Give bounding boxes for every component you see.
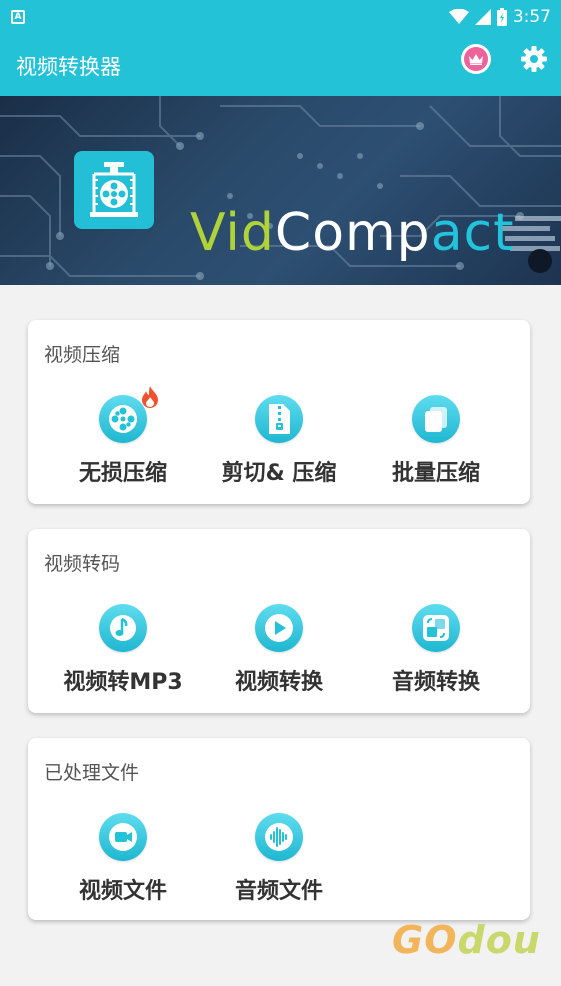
convert-icon [412,604,460,652]
audio-files-label: 音频文件 [234,879,323,904]
video-files-button[interactable]: 视频文件 [43,813,203,913]
video-camera-icon [99,813,147,861]
video-files-label: 视频文件 [78,879,167,904]
play-icon [255,604,303,652]
audio-files-button[interactable]: 音频文件 [199,813,359,913]
lossless-compress-button[interactable]: 无损压缩 [43,386,203,495]
notification-icon: A [11,10,25,24]
section-title: 视频压缩 [44,344,121,366]
video-to-mp3-label: 视频转MP3 [63,670,183,695]
stacked-files-icon [412,395,460,443]
crown-icon[interactable] [461,44,491,74]
sound-wave-icon [255,813,303,861]
video-convert-button[interactable]: 视频转换 [199,604,359,704]
watermark: GOdou [392,918,541,962]
audio-convert-label: 音频转换 [391,670,480,695]
batch-compress-button[interactable]: 批量压缩 [356,395,516,495]
status-icons: 3:57 [448,6,551,28]
signal-icon [474,9,491,25]
video-to-mp3-button[interactable]: 视频转MP3 [43,604,203,704]
film-reel-icon [99,386,158,443]
wifi-icon [448,9,469,24]
brand-name: VidCompact [190,203,515,263]
section-title: 已处理文件 [44,762,140,784]
clock: 3:57 [512,7,551,27]
zip-file-icon [255,395,303,443]
app-bar: 视频转换器 [0,34,561,96]
processed-files-card: 已处理文件 视频文件 音频文件 [28,738,530,920]
battery-icon [496,8,507,26]
cut-compress-label: 剪切& 压缩 [221,461,337,486]
music-note-icon [99,604,147,652]
app-logo-icon [74,151,154,229]
video-convert-label: 视频转换 [234,670,323,695]
cut-compress-button[interactable]: 剪切& 压缩 [199,395,359,495]
promo-banner[interactable]: VidCompact [0,96,561,285]
video-compress-card: 视频压缩 无损压缩 剪切& 压缩 批量压缩 [28,320,530,504]
section-title: 视频转码 [44,553,121,575]
fire-icon [142,386,158,408]
gear-icon[interactable] [518,43,550,75]
batch-compress-label: 批量压缩 [391,461,480,486]
video-transcode-card: 视频转码 视频转MP3 视频转换 音频转换 [28,529,530,713]
lossless-compress-label: 无损压缩 [78,461,167,486]
audio-convert-button[interactable]: 音频转换 [356,604,516,704]
status-bar: A 3:57 [0,0,561,34]
app-title: 视频转换器 [16,55,121,79]
